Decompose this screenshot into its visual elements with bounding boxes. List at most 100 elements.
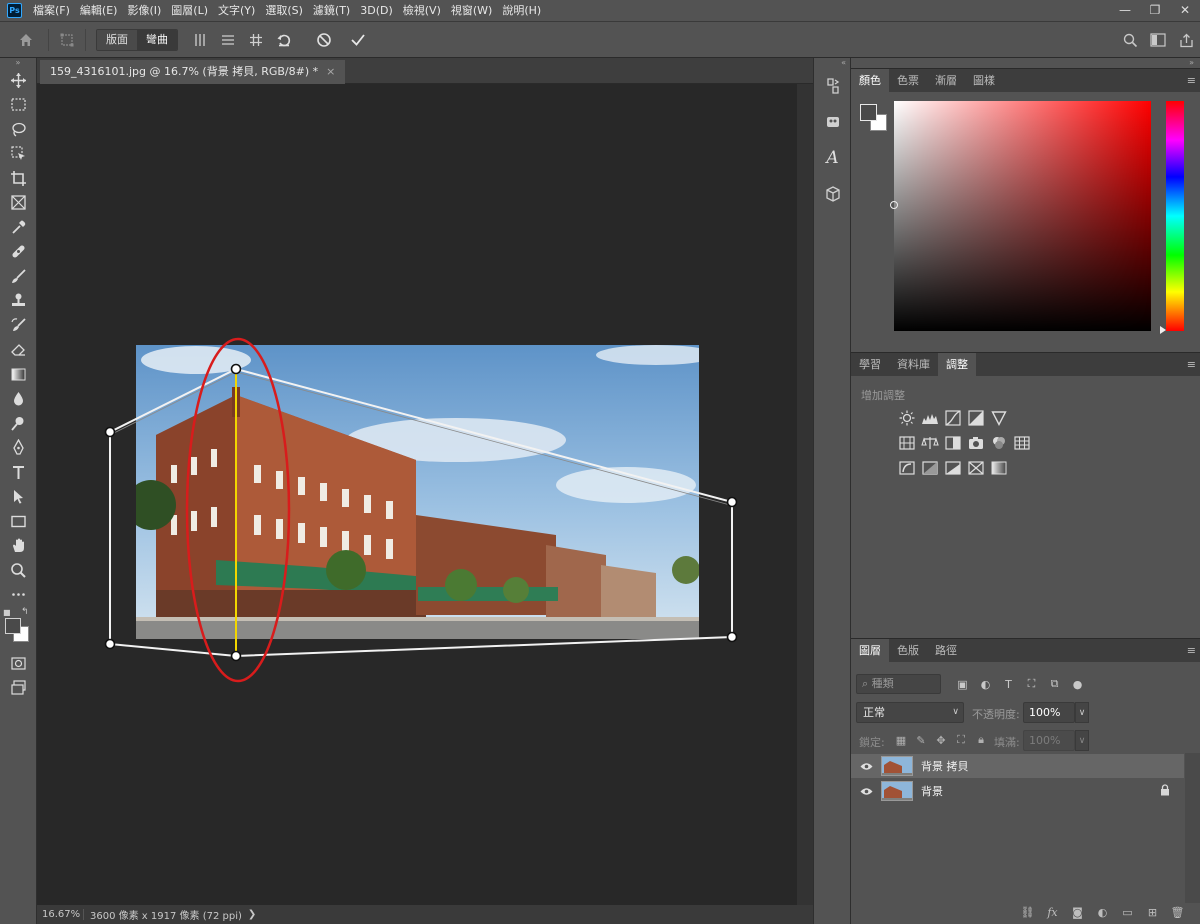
close-button[interactable]: ✕ — [1170, 0, 1200, 20]
tab-channels[interactable]: 色版 — [889, 639, 927, 662]
panel-menu-icon[interactable]: ≡ — [1187, 353, 1196, 377]
menu-help[interactable]: 說明(H) — [497, 0, 546, 22]
vibrance-icon[interactable] — [987, 408, 1010, 428]
minimize-button[interactable]: — — [1110, 0, 1140, 20]
menu-filter[interactable]: 濾鏡(T) — [308, 0, 355, 22]
close-tab-icon[interactable]: × — [326, 65, 335, 78]
more-tools-icon[interactable] — [0, 583, 37, 608]
delete-layer-icon[interactable]: 🗑︎ — [1165, 902, 1190, 922]
swap-colors-icon[interactable]: ↰ — [21, 607, 29, 617]
tab-libraries[interactable]: 資料庫 — [889, 353, 938, 376]
opacity-dropdown-icon[interactable]: ∨ — [1075, 702, 1089, 723]
layer-row[interactable]: 背景 — [851, 779, 1184, 803]
menu-edit[interactable]: 編輯(E) — [75, 0, 123, 22]
tab-color[interactable]: 顏色 — [851, 69, 889, 92]
new-adjustment-layer-icon[interactable]: ◐ — [1090, 902, 1115, 922]
tab-gradients[interactable]: 漸層 — [927, 69, 965, 92]
type-layer-filter-icon[interactable]: T — [997, 675, 1020, 693]
brush-tool-icon[interactable] — [0, 264, 37, 289]
menu-type[interactable]: 文字(Y) — [213, 0, 260, 22]
panel-menu-icon[interactable]: ≡ — [1187, 69, 1196, 93]
workspace-icon[interactable] — [1144, 26, 1172, 54]
grid-icon[interactable] — [242, 26, 270, 54]
menu-file[interactable]: 檔案(F) — [28, 0, 75, 22]
hue-slider[interactable] — [1166, 101, 1184, 331]
lock-position-icon[interactable]: ✥ — [931, 731, 951, 749]
rectangle-tool-icon[interactable] — [0, 509, 37, 534]
transform-tool-icon[interactable] — [53, 26, 81, 54]
tab-swatches[interactable]: 色票 — [889, 69, 927, 92]
add-mask-icon[interactable]: ◙ — [1065, 902, 1090, 922]
gradient-tool-icon[interactable] — [0, 362, 37, 387]
color-panel-foreground-swatch[interactable] — [860, 104, 877, 121]
dodge-tool-icon[interactable] — [0, 411, 37, 436]
menu-layer[interactable]: 圖層(L) — [166, 0, 213, 22]
commit-icon[interactable] — [344, 26, 372, 54]
history-brush-tool-icon[interactable] — [0, 313, 37, 338]
zoom-level[interactable]: 16.67% — [42, 909, 84, 920]
properties-icon[interactable] — [814, 68, 851, 104]
frame-tool-icon[interactable] — [0, 191, 37, 216]
layer-lock-icon[interactable] — [1160, 783, 1170, 799]
layer-name[interactable]: 背景 拷貝 — [921, 758, 969, 774]
fill-dropdown-icon[interactable]: ∨ — [1075, 730, 1089, 751]
lock-all-icon[interactable]: 🔒︎ — [971, 731, 991, 749]
photo-filter-icon[interactable] — [964, 433, 987, 453]
layout-mode-button[interactable]: 版面 — [97, 29, 137, 50]
clone-stamp-tool-icon[interactable] — [0, 289, 37, 314]
lock-pixels-icon[interactable]: ✎ — [911, 731, 931, 749]
layer-style-icon[interactable]: fx — [1040, 902, 1065, 922]
reset-warp-icon[interactable] — [270, 26, 298, 54]
layers-scrollbar[interactable] — [1185, 753, 1200, 903]
menu-3d[interactable]: 3D(D) — [355, 0, 398, 22]
lock-artboard-icon[interactable]: ⛶ — [951, 731, 971, 749]
tab-paths[interactable]: 路徑 — [927, 639, 965, 662]
warp-mode-button[interactable]: 彎曲 — [137, 29, 177, 50]
visibility-eye-icon[interactable] — [851, 762, 881, 771]
brightness-contrast-icon[interactable] — [895, 408, 918, 428]
pen-tool-icon[interactable] — [0, 436, 37, 461]
document-tab[interactable]: 159_4316101.jpg @ 16.7% (背景 拷貝, RGB/8#) … — [40, 60, 346, 84]
lock-transparency-icon[interactable]: ▦ — [891, 731, 911, 749]
default-colors-icon[interactable]: ■ — [3, 608, 11, 617]
layer-filter-kind[interactable]: ⌕ 種類 — [856, 674, 941, 694]
character-panel-icon[interactable]: A — [814, 140, 851, 176]
threshold-icon[interactable] — [941, 458, 964, 478]
posterize-icon[interactable] — [918, 458, 941, 478]
opacity-input[interactable]: 100% — [1023, 702, 1075, 723]
link-layers-icon[interactable]: ⛓ — [1015, 902, 1040, 922]
status-menu-arrow-icon[interactable]: ❯ — [248, 909, 256, 920]
share-icon[interactable] — [1172, 26, 1200, 54]
eyedropper-tool-icon[interactable] — [0, 215, 37, 240]
eraser-tool-icon[interactable] — [0, 338, 37, 363]
plugins-icon[interactable] — [814, 104, 851, 140]
fill-input[interactable]: 100% — [1023, 730, 1075, 751]
collapse-arrows-icon[interactable]: » — [0, 58, 36, 68]
color-balance-icon[interactable] — [918, 433, 941, 453]
hue-saturation-icon[interactable] — [895, 433, 918, 453]
vertical-lines-icon[interactable] — [186, 26, 214, 54]
exposure-icon[interactable] — [964, 408, 987, 428]
pixel-layer-filter-icon[interactable]: ▣ — [951, 675, 974, 693]
horizontal-lines-icon[interactable] — [214, 26, 242, 54]
new-group-icon[interactable]: ▭ — [1115, 902, 1140, 922]
crop-tool-icon[interactable] — [0, 166, 37, 191]
black-white-icon[interactable] — [941, 433, 964, 453]
zoom-tool-icon[interactable] — [0, 558, 37, 583]
healing-brush-tool-icon[interactable] — [0, 240, 37, 265]
panel-menu-icon[interactable]: ≡ — [1187, 639, 1196, 663]
screen-mode-icon[interactable] — [0, 676, 37, 701]
invert-icon[interactable] — [895, 458, 918, 478]
smart-object-filter-icon[interactable]: ⧉ — [1043, 675, 1066, 693]
layer-name[interactable]: 背景 — [921, 783, 943, 799]
blur-tool-icon[interactable] — [0, 387, 37, 412]
adjustment-layer-filter-icon[interactable]: ◐ — [974, 675, 997, 693]
marquee-tool-icon[interactable] — [0, 93, 37, 118]
tab-patterns[interactable]: 圖樣 — [965, 69, 1003, 92]
type-tool-icon[interactable] — [0, 460, 37, 485]
quick-mask-icon[interactable] — [0, 651, 37, 676]
levels-icon[interactable] — [918, 408, 941, 428]
search-icon[interactable] — [1116, 26, 1144, 54]
color-picker-cursor[interactable] — [890, 201, 898, 209]
collapse-left-icon[interactable]: « — [814, 58, 850, 68]
